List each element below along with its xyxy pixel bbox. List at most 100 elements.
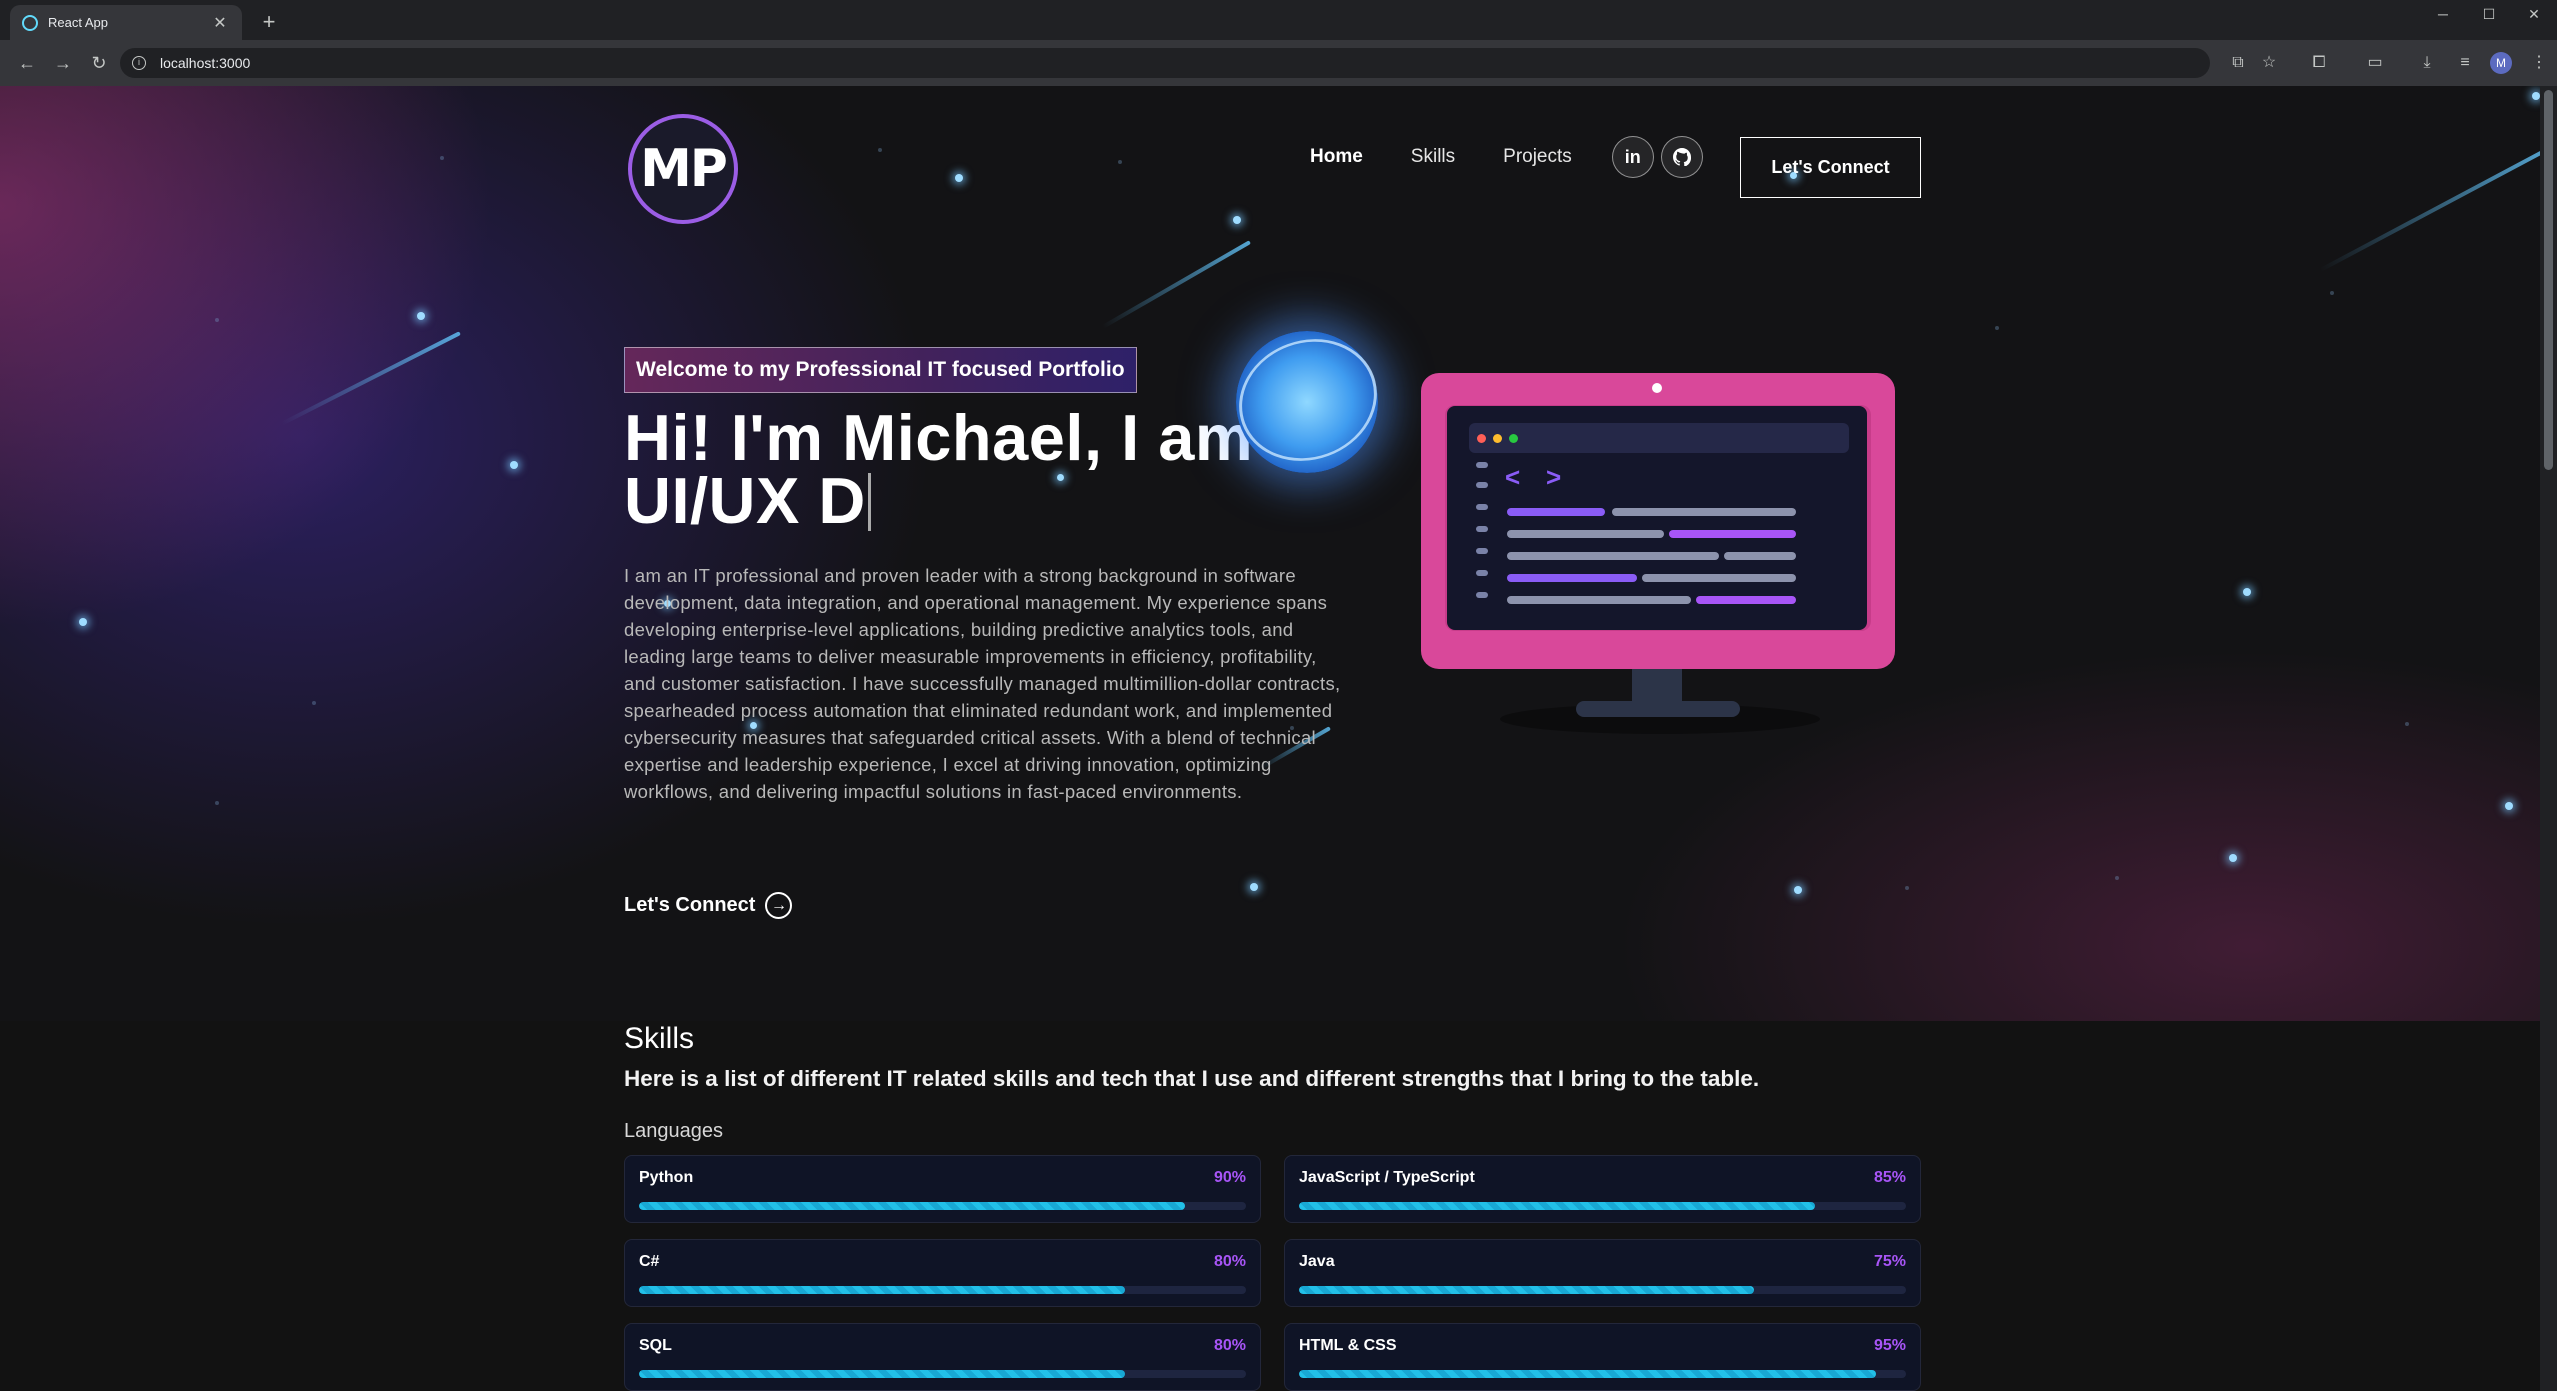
- banner-background: [0, 86, 2540, 1021]
- bg-dot: [215, 801, 219, 805]
- star: [1250, 883, 1258, 891]
- skill-percent: 75%: [1873, 1253, 1906, 1270]
- skill-card-html-css: HTML & CSS 95%: [1284, 1323, 1921, 1391]
- star: [79, 618, 87, 626]
- skill-progress-fill: [1299, 1202, 1815, 1210]
- skill-name: Java: [1299, 1253, 1335, 1270]
- skill-card-javascript: JavaScript / TypeScript 85%: [1284, 1155, 1921, 1223]
- react-favicon-icon: [22, 14, 38, 31]
- star: [1233, 216, 1241, 224]
- skill-progress-fill: [639, 1286, 1125, 1294]
- forward-icon[interactable]: →: [48, 48, 78, 78]
- github-icon[interactable]: [1660, 136, 1703, 178]
- bg-dot: [440, 156, 444, 160]
- bg-dot: [215, 318, 219, 322]
- monitor-base: [1576, 701, 1740, 717]
- menu-kebab-icon[interactable]: ⋮: [2526, 50, 2552, 76]
- browser-chrome: React App ✕ + ─ ☐ ✕ ← → ↻ i localhost:30…: [0, 0, 2557, 86]
- skill-percent: 95%: [1873, 1337, 1906, 1354]
- skill-progress-fill: [639, 1202, 1186, 1210]
- skill-progress-track: [1299, 1202, 1906, 1210]
- download-icon[interactable]: ⤓: [2414, 50, 2440, 76]
- star: [955, 174, 963, 182]
- logo-text: MP: [640, 139, 728, 199]
- skill-name: JavaScript / TypeScript: [1299, 1169, 1475, 1186]
- code-gutter: [1476, 504, 1488, 510]
- skill-card-java: Java 75%: [1284, 1239, 1921, 1307]
- new-tab-button[interactable]: +: [255, 8, 283, 36]
- code-line: [1507, 574, 1637, 582]
- nav-link-home[interactable]: Home: [1310, 146, 1363, 168]
- hero-connect-link[interactable]: Let's Connect →: [624, 892, 793, 919]
- code-gutter: [1476, 548, 1488, 554]
- code-line: [1507, 596, 1691, 604]
- bg-dot: [1995, 326, 1999, 330]
- skills-subtitle: Here is a list of different IT related s…: [624, 1066, 1760, 1091]
- close-window-icon[interactable]: ✕: [2511, 6, 2557, 23]
- media-icon[interactable]: ≡: [2452, 50, 2478, 76]
- lets-connect-button[interactable]: Let's Connect: [1740, 137, 1921, 198]
- tab-title: React App: [48, 15, 108, 30]
- bookmark-star-icon[interactable]: ☆: [2256, 50, 2282, 76]
- browser-tab[interactable]: React App ✕: [10, 5, 242, 40]
- code-line: [1507, 552, 1719, 560]
- bg-dot: [2405, 722, 2409, 726]
- code-gutter: [1476, 482, 1488, 488]
- monitor-neck: [1632, 669, 1682, 701]
- skill-progress-track: [1299, 1370, 1906, 1378]
- skill-progress-track: [1299, 1286, 1906, 1294]
- maximize-icon[interactable]: ☐: [2466, 6, 2512, 23]
- back-icon[interactable]: ←: [12, 48, 42, 78]
- skill-progress-fill: [1299, 1370, 1876, 1378]
- skill-progress-fill: [1299, 1286, 1755, 1294]
- tab-strip: React App ✕ + ─ ☐ ✕: [0, 0, 2557, 40]
- split-view-icon[interactable]: ▭: [2362, 50, 2388, 76]
- skill-progress-track: [639, 1370, 1246, 1378]
- main-nav: Home Skills Projects in: [1310, 136, 1710, 178]
- code-gutter: [1476, 592, 1488, 598]
- nav-link-skills[interactable]: Skills: [1411, 146, 1455, 168]
- scrollbar-thumb[interactable]: [2544, 90, 2553, 470]
- tagline-badge: Welcome to my Professional IT focused Po…: [624, 347, 1137, 393]
- star: [2532, 92, 2540, 100]
- star: [1794, 886, 1802, 894]
- typing-cursor: [867, 473, 871, 531]
- bg-dot: [2115, 876, 2119, 880]
- skill-percent: 90%: [1213, 1169, 1246, 1186]
- window-dot-green: [1509, 434, 1518, 443]
- code-gutter: [1476, 462, 1488, 468]
- address-bar[interactable]: i localhost:3000: [120, 48, 2210, 78]
- skill-name: C#: [639, 1253, 660, 1270]
- install-app-icon[interactable]: ⧉: [2225, 50, 2251, 76]
- arrow-circle-icon: →: [765, 892, 793, 919]
- code-window-bar: [1469, 423, 1849, 453]
- star: [510, 461, 518, 469]
- site-info-icon[interactable]: i: [132, 56, 146, 70]
- linkedin-icon[interactable]: in: [1611, 136, 1654, 178]
- profile-avatar[interactable]: M: [2490, 52, 2512, 74]
- bg-dot: [1118, 160, 1122, 164]
- skill-card-sql: SQL 80%: [624, 1323, 1261, 1391]
- typing-text: UI/UX D: [624, 464, 866, 537]
- minimize-icon[interactable]: ─: [2420, 6, 2466, 22]
- code-line: [1696, 596, 1796, 604]
- skills-title: Skills: [624, 1022, 695, 1055]
- extensions-icon[interactable]: ⧠: [2306, 50, 2332, 76]
- reload-icon[interactable]: ↻: [84, 48, 114, 78]
- close-tab-icon[interactable]: ✕: [210, 13, 230, 33]
- nav-link-projects[interactable]: Projects: [1503, 146, 1572, 168]
- code-gutter: [1476, 570, 1488, 576]
- bg-dot: [312, 701, 316, 705]
- star: [2243, 588, 2251, 596]
- bg-dot: [1905, 886, 1909, 890]
- skill-name: HTML & CSS: [1299, 1337, 1397, 1354]
- url-text: localhost:3000: [160, 55, 251, 71]
- window-dot-red: [1477, 434, 1486, 443]
- code-line: [1612, 508, 1796, 516]
- page-scrollbar[interactable]: [2540, 86, 2557, 1391]
- star: [2505, 802, 2513, 810]
- hero-title-line2: UI/UX D: [624, 468, 1384, 533]
- window-dot-yellow: [1493, 434, 1502, 443]
- site-logo[interactable]: MP: [628, 114, 738, 224]
- code-bracket-left-icon: <: [1505, 462, 1521, 492]
